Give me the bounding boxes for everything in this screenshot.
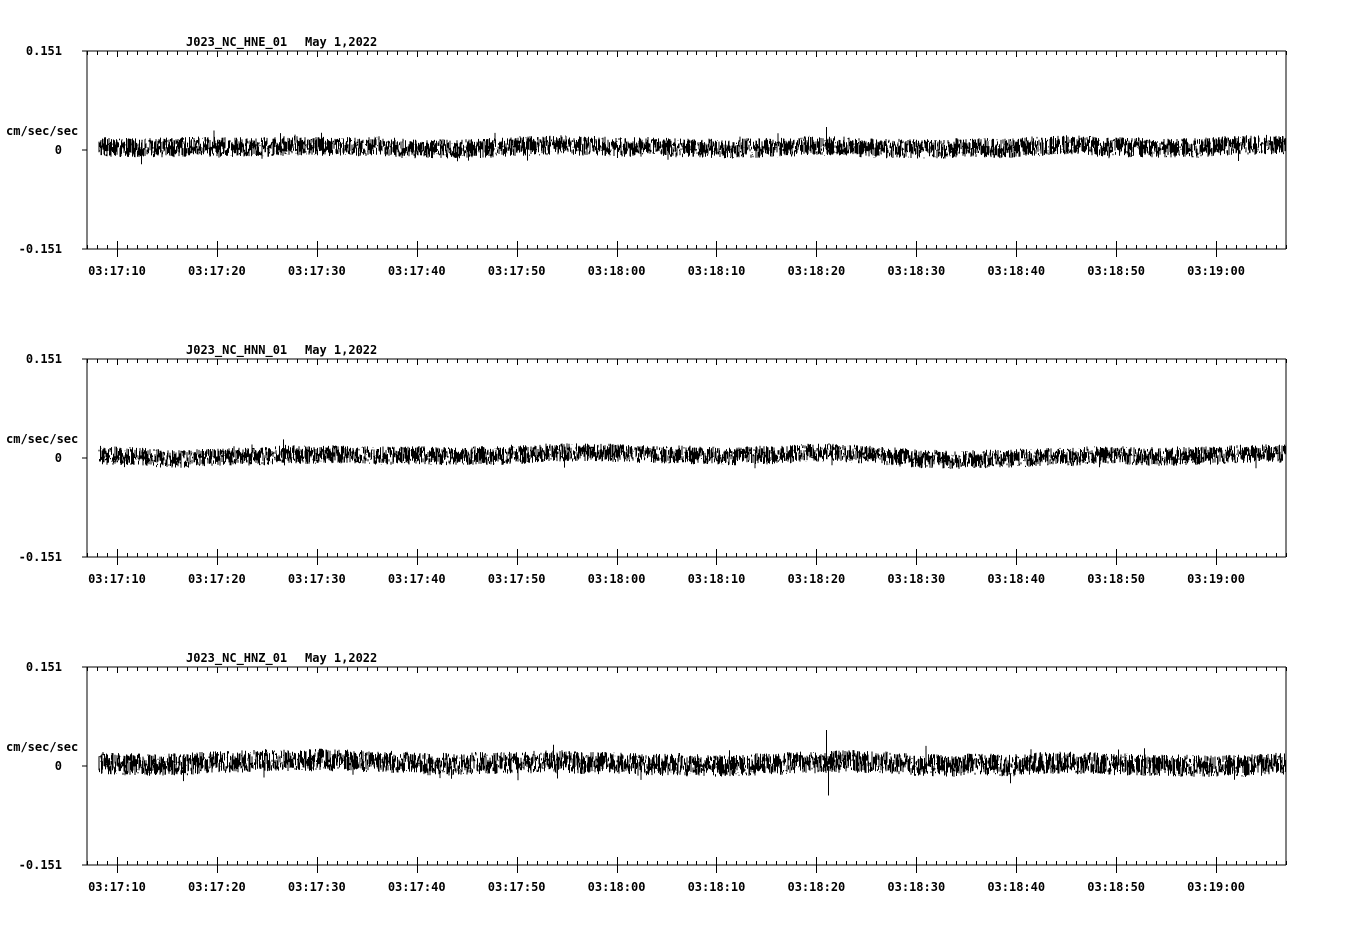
y-tick-label: -0.151 bbox=[19, 858, 62, 872]
x-tick-label: 03:18:40 bbox=[987, 264, 1045, 278]
panel-date: May 1,2022 bbox=[305, 343, 377, 357]
panel-date: May 1,2022 bbox=[305, 651, 377, 665]
x-tick-label: 03:18:30 bbox=[887, 880, 945, 894]
x-tick-label: 03:17:50 bbox=[488, 264, 546, 278]
x-tick-label: 03:17:20 bbox=[188, 264, 246, 278]
y-tick-label: -0.151 bbox=[19, 242, 62, 256]
x-tick-label: 03:19:00 bbox=[1187, 264, 1245, 278]
x-tick-label: 03:17:50 bbox=[488, 880, 546, 894]
x-tick-label: 03:19:00 bbox=[1187, 880, 1245, 894]
x-tick-label: 03:17:20 bbox=[188, 880, 246, 894]
panel-title: J023_NC_HNZ_01 bbox=[186, 651, 287, 666]
x-tick-label: 03:18:20 bbox=[787, 572, 845, 586]
x-tick-label: 03:18:10 bbox=[688, 264, 746, 278]
seismogram-page: 0.151 0 -0.151 cm/sec/sec J023_NC_HNE_01 May … bbox=[0, 0, 1358, 924]
y-tick-label: 0.151 bbox=[26, 660, 62, 674]
y-tick-label: 0.151 bbox=[26, 44, 62, 58]
seismic-trace bbox=[98, 439, 1287, 469]
seismic-trace bbox=[98, 130, 1287, 165]
y-tick-label: 0.151 bbox=[26, 352, 62, 366]
x-tick-label: 03:17:50 bbox=[488, 572, 546, 586]
x-tick-label: 03:18:50 bbox=[1087, 264, 1145, 278]
x-tick-label: 03:17:10 bbox=[88, 572, 146, 586]
x-tick-label: 03:18:00 bbox=[588, 572, 646, 586]
y-axis-label: cm/sec/sec bbox=[6, 124, 78, 138]
y-tick-label: 0 bbox=[55, 451, 62, 465]
x-tick-label: 03:17:40 bbox=[388, 264, 446, 278]
panel-title: J023_NC_HNE_01 bbox=[186, 35, 287, 50]
x-tick-label: 03:17:30 bbox=[288, 572, 346, 586]
x-tick-label: 03:17:30 bbox=[288, 880, 346, 894]
x-tick-label: 03:18:40 bbox=[987, 880, 1045, 894]
seismic-trace bbox=[98, 744, 1287, 784]
x-tick-label: 03:19:00 bbox=[1187, 572, 1245, 586]
y-axis-label: cm/sec/sec bbox=[6, 432, 78, 446]
y-tick-label: 0 bbox=[55, 143, 62, 157]
panel-title: J023_NC_HNN_01 bbox=[186, 343, 287, 358]
x-tick-label: 03:18:00 bbox=[588, 264, 646, 278]
y-tick-label: -0.151 bbox=[19, 550, 62, 564]
x-tick-label: 03:18:50 bbox=[1087, 880, 1145, 894]
x-tick-label: 03:18:40 bbox=[987, 572, 1045, 586]
seismogram-charts: 0.151 0 -0.151 cm/sec/sec J023_NC_HNE_01 May … bbox=[6, 35, 1287, 894]
x-tick-label: 03:18:20 bbox=[787, 880, 845, 894]
x-tick-label: 03:18:30 bbox=[887, 572, 945, 586]
x-tick-label: 03:17:10 bbox=[88, 264, 146, 278]
x-tick-label: 03:17:10 bbox=[88, 880, 146, 894]
x-tick-label: 03:17:20 bbox=[188, 572, 246, 586]
seismogram-panel-2: 0.151 0 -0.151 cm/sec/sec J023_NC_HNN_01 May … bbox=[6, 343, 1287, 586]
seismogram-panel-1: 0.151 0 -0.151 cm/sec/sec J023_NC_HNE_01 May … bbox=[6, 35, 1287, 278]
x-tick-label: 03:18:20 bbox=[787, 264, 845, 278]
x-tick-label: 03:17:40 bbox=[388, 880, 446, 894]
x-tick-label: 03:18:10 bbox=[688, 572, 746, 586]
y-tick-label: 0 bbox=[55, 759, 62, 773]
x-tick-label: 03:18:50 bbox=[1087, 572, 1145, 586]
panel-date: May 1,2022 bbox=[305, 35, 377, 49]
x-tick-label: 03:17:30 bbox=[288, 264, 346, 278]
seismogram-panel-3: 0.151 0 -0.151 cm/sec/sec J023_NC_HNZ_01 May … bbox=[6, 651, 1287, 894]
y-axis-label: cm/sec/sec bbox=[6, 740, 78, 754]
x-tick-label: 03:18:00 bbox=[588, 880, 646, 894]
x-tick-label: 03:17:40 bbox=[388, 572, 446, 586]
x-tick-label: 03:18:30 bbox=[887, 264, 945, 278]
x-tick-label: 03:18:10 bbox=[688, 880, 746, 894]
